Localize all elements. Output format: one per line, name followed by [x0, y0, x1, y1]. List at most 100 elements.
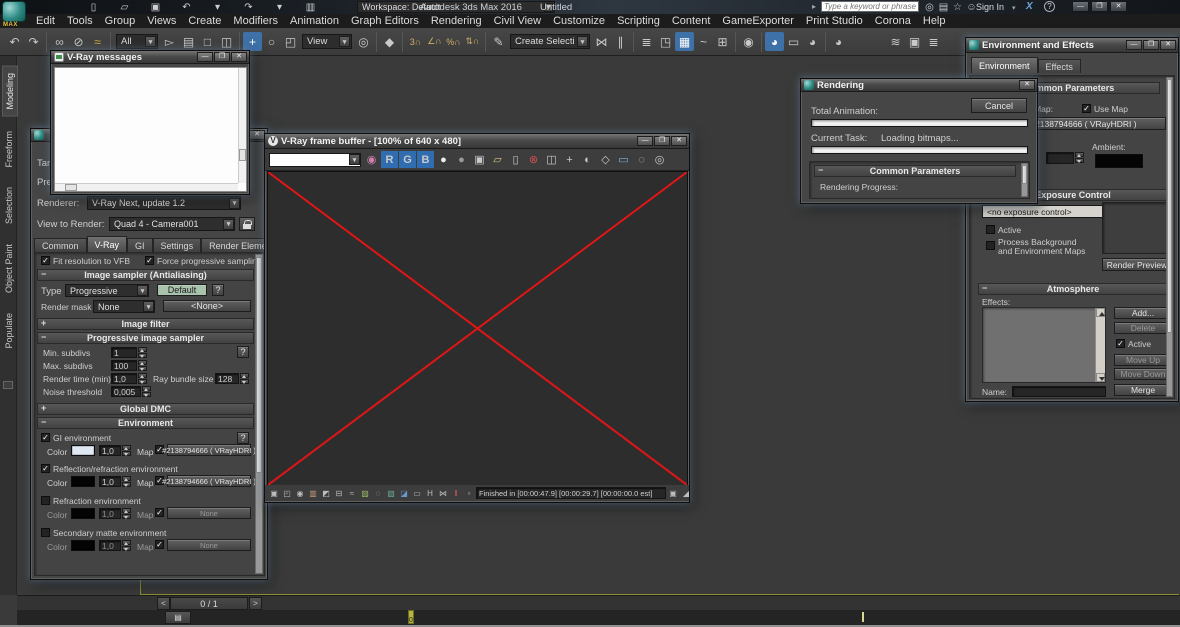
- spinner-up-icon[interactable]: [122, 445, 131, 450]
- rendering-titlebar[interactable]: Rendering ✕: [801, 79, 1037, 92]
- render-iterative-icon[interactable]: ◕: [829, 32, 848, 51]
- spinner-up-icon[interactable]: [138, 347, 147, 352]
- pixel-information-button[interactable]: ◇: [597, 151, 614, 168]
- maximize-icon[interactable]: ❐: [654, 136, 670, 146]
- refraction-map-checkbox[interactable]: [155, 508, 164, 517]
- previous-frame-button[interactable]: <: [157, 597, 170, 610]
- select-and-link-icon[interactable]: ∞: [50, 32, 69, 51]
- use-pivot-center-icon[interactable]: ◎: [354, 32, 373, 51]
- resize-grip-icon[interactable]: ◢: [680, 487, 692, 499]
- refraction-map-button[interactable]: None: [167, 507, 251, 519]
- schematic-view-icon[interactable]: ⊞: [713, 32, 732, 51]
- spinner-up-icon[interactable]: [1075, 152, 1084, 157]
- track-bar[interactable]: ▤ 0: [17, 610, 1180, 625]
- collapse-icon[interactable]: [41, 332, 46, 342]
- flare-icon[interactable]: ▥: [307, 487, 319, 499]
- vfb-titlebar[interactable]: V V-Ray frame buffer - [100% of 640 x 48…: [265, 134, 689, 149]
- maximize-icon[interactable]: ❐: [214, 52, 230, 62]
- current-frame-field[interactable]: 0 / 1: [170, 597, 248, 610]
- close-button[interactable]: ✕: [1110, 1, 1127, 12]
- collapse-icon[interactable]: [41, 417, 46, 427]
- favorites-icon[interactable]: ☆: [951, 1, 964, 13]
- batch-render-icon[interactable]: ≣: [924, 32, 943, 51]
- help-icon[interactable]: ?: [1044, 1, 1055, 12]
- spinner-down-icon[interactable]: [1075, 158, 1084, 163]
- layer-manager-icon[interactable]: ≣: [637, 32, 656, 51]
- render-in-cloud-icon[interactable]: ≋: [886, 32, 905, 51]
- spinner-up-icon[interactable]: [138, 373, 147, 378]
- add-effect-button[interactable]: Add...: [1114, 307, 1172, 319]
- spinner-up-icon[interactable]: [142, 386, 151, 391]
- material-editor-icon[interactable]: ◉: [739, 32, 758, 51]
- bind-to-space-warp-icon[interactable]: ≈: [88, 32, 107, 51]
- minimize-button[interactable]: —: [1072, 1, 1089, 12]
- select-object-icon[interactable]: ▻: [160, 32, 179, 51]
- spinner-down-icon[interactable]: [122, 514, 131, 519]
- load-image-button[interactable]: ▱: [489, 151, 506, 168]
- rollout-image-sampler[interactable]: Image sampler (Antialiasing): [37, 269, 254, 281]
- menu-tools[interactable]: Tools: [61, 14, 99, 28]
- undo-dropdown-icon[interactable]: ▾: [210, 1, 225, 14]
- spinner-down-icon[interactable]: [122, 546, 131, 551]
- tab-gi[interactable]: GI: [127, 238, 153, 252]
- scene-explorer-icon[interactable]: ▦: [675, 32, 694, 51]
- panel-toggle-icon[interactable]: ▫: [463, 487, 475, 499]
- lut-icon[interactable]: ▧: [385, 487, 397, 499]
- ribbon-tab-modeling[interactable]: Modeling: [2, 66, 18, 117]
- stereo-red-blue-icon[interactable]: ‖: [450, 487, 462, 499]
- effects-list[interactable]: [982, 307, 1106, 383]
- menu-help[interactable]: Help: [917, 14, 952, 28]
- selection-filter-dropdown[interactable]: All: [116, 34, 158, 49]
- redo-button[interactable]: ↷: [24, 32, 43, 51]
- spinner-snap-icon[interactable]: ⇅∩: [463, 32, 482, 51]
- new-scene-icon[interactable]: ▯: [86, 1, 101, 14]
- gi-environment-checkbox[interactable]: [41, 433, 50, 442]
- collapse-icon[interactable]: [818, 165, 823, 175]
- tab-vray[interactable]: V-Ray: [86, 236, 128, 252]
- scrollbar-grip[interactable]: [239, 149, 246, 161]
- reflection-color-swatch[interactable]: [71, 476, 95, 487]
- expand-icon[interactable]: [41, 318, 46, 328]
- spinner-up-icon[interactable]: [138, 360, 147, 365]
- cancel-button[interactable]: Cancel: [971, 98, 1027, 113]
- image-info-icon[interactable]: ◉: [294, 487, 306, 499]
- white-balance-icon[interactable]: ◩: [320, 487, 332, 499]
- menu-corona[interactable]: Corona: [869, 14, 917, 28]
- render-time-field[interactable]: 1,0: [111, 373, 137, 384]
- render-gallery-icon[interactable]: ▣: [905, 32, 924, 51]
- render-preview-button[interactable]: Render Preview: [1102, 258, 1172, 271]
- lock-view-icon[interactable]: [239, 217, 255, 231]
- select-by-name-icon[interactable]: ▤: [179, 32, 198, 51]
- spinner-down-icon[interactable]: [138, 366, 147, 371]
- spinner-down-icon[interactable]: [138, 379, 147, 384]
- ribbon-minimize-icon[interactable]: [3, 380, 13, 389]
- expand-icon[interactable]: [41, 403, 46, 413]
- rollout-common-parameters[interactable]: Common Parameters: [814, 165, 1016, 177]
- refraction-environment-checkbox[interactable]: [41, 496, 50, 505]
- force-progressive-checkbox[interactable]: [145, 256, 154, 265]
- ray-bundle-field[interactable]: 128: [215, 373, 239, 384]
- menu-modifiers[interactable]: Modifiers: [227, 14, 284, 28]
- undo-icon[interactable]: ↶: [179, 1, 194, 14]
- monochrome-channel-button[interactable]: ●: [453, 151, 470, 168]
- effects-scrollbar[interactable]: [1095, 308, 1105, 382]
- minimize-icon[interactable]: —: [197, 52, 213, 62]
- refraction-color-swatch[interactable]: [71, 508, 95, 519]
- close-icon[interactable]: ✕: [1160, 40, 1176, 50]
- spinner-up-icon[interactable]: [122, 476, 131, 481]
- gi-map-button[interactable]: #2138794666 ( VRayHDRI ): [162, 444, 256, 456]
- ribbon-tab-freeform[interactable]: Freeform: [2, 125, 16, 174]
- compare-icon[interactable]: ⋈: [437, 487, 449, 499]
- refraction-multiplier-field[interactable]: 1,0: [99, 508, 121, 519]
- spinner-up-icon[interactable]: [240, 373, 249, 378]
- menu-create[interactable]: Create: [182, 14, 227, 28]
- menu-print-studio[interactable]: Print Studio: [800, 14, 869, 28]
- channel-select-dropdown[interactable]: [269, 152, 361, 167]
- color-corrections-button[interactable]: ◐: [579, 151, 596, 168]
- undo-button[interactable]: ↶: [5, 32, 24, 51]
- rgb-color-icon[interactable]: ◉: [363, 151, 380, 168]
- curve-editor-icon[interactable]: ~: [694, 32, 713, 51]
- keyboard-override-icon[interactable]: ✎: [489, 32, 508, 51]
- align-icon[interactable]: ∥: [611, 32, 630, 51]
- spinner-down-icon[interactable]: [138, 353, 147, 358]
